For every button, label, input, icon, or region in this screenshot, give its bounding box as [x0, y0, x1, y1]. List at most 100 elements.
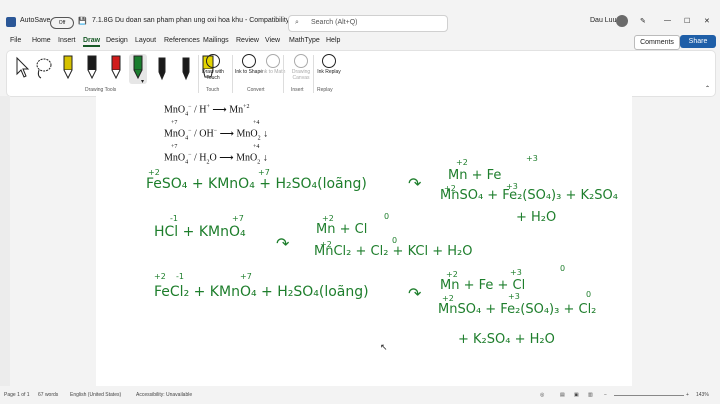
search-icon: ⌕	[295, 19, 299, 26]
ink-ox-label: 0	[560, 264, 566, 273]
pen-red-icon[interactable]	[107, 54, 125, 84]
divider	[283, 55, 284, 93]
ox-state: +4	[253, 120, 260, 126]
comments-button[interactable]: Comments	[634, 35, 680, 50]
pen-green-icon[interactable]: ▾	[129, 54, 147, 85]
formula-text: / OH	[191, 128, 214, 140]
touch-icon	[206, 54, 220, 68]
formula-text: MnO	[236, 152, 258, 164]
autosave-label: AutoSave	[20, 17, 51, 24]
ink-ox-label: -1	[170, 214, 178, 223]
draw-ribbon: ▾ Drawing Tools Draw with Touch Touch In…	[6, 50, 716, 97]
user-name[interactable]: Dau Luu	[590, 17, 616, 24]
web-layout-icon[interactable]: ▥	[588, 392, 593, 398]
ink-eq3-reactants: FeCl₂ + KMnO₄ + H₂SO₄(loãng)	[154, 284, 369, 300]
ink-ox-label: +7	[240, 272, 252, 281]
pen-yellow-icon[interactable]	[59, 54, 77, 84]
ink-replay-button[interactable]: Ink Replay	[313, 54, 345, 86]
focus-icon[interactable]: ◎	[540, 392, 544, 398]
accessibility[interactable]: Accessibility: Unavailable	[136, 392, 192, 398]
ox-state: +7	[171, 144, 178, 150]
collapse-ribbon-icon[interactable]: ⌃	[705, 85, 710, 92]
ink-ox-label: 0	[384, 212, 390, 221]
tab-help[interactable]: Help	[326, 37, 340, 44]
svg-text:▾: ▾	[141, 79, 144, 84]
tab-file[interactable]: File	[10, 37, 21, 44]
tab-home[interactable]: Home	[32, 37, 51, 44]
ox-state: +7	[171, 120, 178, 126]
search-box[interactable]: ⌕ Search (Alt+Q)	[288, 15, 448, 32]
tab-layout[interactable]: Layout	[135, 37, 156, 44]
tab-references[interactable]: References	[164, 37, 200, 44]
tab-review[interactable]: Review	[236, 37, 259, 44]
save-icon[interactable]: 💾	[78, 17, 87, 25]
language[interactable]: English (United States)	[70, 392, 121, 398]
ink-to-math-label: Ink to Math	[260, 69, 286, 75]
ink-arrow: ↷	[408, 174, 422, 193]
ink-ox-label: +2	[456, 158, 468, 167]
maximize-icon[interactable]: ☐	[684, 17, 690, 25]
draw-with-touch-button[interactable]: Draw with Touch	[197, 54, 229, 86]
print-layout-icon[interactable]: ▣	[574, 392, 579, 398]
shape-icon	[242, 54, 256, 68]
tab-mathtype[interactable]: MathType	[289, 37, 320, 44]
tab-insert[interactable]: Insert	[58, 37, 76, 44]
ink-replay-label: Ink Replay	[317, 69, 341, 75]
group-touch: Touch	[206, 87, 220, 93]
pencil-2-icon[interactable]	[177, 54, 195, 84]
zoom-out-icon[interactable]: −	[604, 392, 607, 398]
zoom-level[interactable]: 143%	[696, 392, 709, 398]
formula-line-1: MnO4− / H+ ⟶ Mn+2	[164, 104, 250, 118]
word-window: AutoSave Off 💾 7.1.8G Du doan san pham p…	[0, 0, 720, 404]
ink-arrow: ↷	[408, 284, 422, 303]
pen-icon[interactable]: ✎	[640, 17, 646, 25]
autosave-toggle[interactable]: Off	[50, 17, 74, 29]
pencil-icon[interactable]	[153, 54, 171, 84]
ox-state: +4	[253, 144, 260, 150]
ink-ox-label: +3	[526, 154, 538, 163]
replay-icon	[322, 54, 336, 68]
select-tool-icon[interactable]	[13, 54, 31, 84]
status-bar: Page 1 of 1 67 words English (United Sta…	[0, 388, 720, 404]
minimize-icon[interactable]: —	[664, 17, 671, 24]
search-placeholder: Search (Alt+Q)	[311, 19, 358, 26]
word-count[interactable]: 67 words	[38, 392, 58, 398]
vertical-ruler	[0, 96, 10, 386]
formula-text: MnO	[236, 128, 258, 140]
group-convert: Convert	[247, 87, 265, 93]
lasso-tool-icon[interactable]	[35, 54, 53, 84]
ink-ox-label: +3	[508, 292, 520, 301]
math-icon	[266, 54, 280, 68]
page-count[interactable]: Page 1 of 1	[4, 392, 30, 398]
zoom-slider[interactable]	[614, 395, 684, 396]
canvas-icon	[294, 54, 308, 68]
document-page[interactable]: MnO4− / H+ ⟶ Mn+2 +7 +4 MnO4− / OH− ⟶ Mn…	[96, 96, 632, 386]
title-bar: AutoSave Off 💾 7.1.8G Du doan san pham p…	[0, 12, 720, 34]
group-drawing-tools: Drawing Tools	[85, 87, 117, 93]
tab-design[interactable]: Design	[106, 37, 128, 44]
formula-text: MnO	[164, 104, 186, 116]
formula-text: MnO	[164, 128, 186, 140]
word-logo-icon	[6, 17, 16, 27]
ink-eq1-reactants: FeSO₄ + KMnO₄ + H₂SO₄(loãng)	[146, 176, 367, 192]
share-button[interactable]: Share	[680, 35, 716, 48]
avatar[interactable]	[616, 15, 628, 27]
tab-view[interactable]: View	[265, 37, 280, 44]
drawing-canvas-label: Drawing Canvas	[291, 69, 311, 81]
tab-mailings[interactable]: Mailings	[203, 37, 229, 44]
close-icon[interactable]: ✕	[704, 17, 710, 25]
read-mode-icon[interactable]: ▤	[560, 392, 565, 398]
ink-ox-label: 0	[586, 290, 592, 299]
ink-ox-label: +3	[510, 268, 522, 277]
ink-ox-label: +7	[232, 214, 244, 223]
ink-eq3-products-3: + K₂SO₄ + H₂O	[458, 332, 555, 347]
formula-text: +2	[243, 104, 250, 110]
pen-black-icon[interactable]	[83, 54, 101, 84]
tab-draw[interactable]: Draw	[83, 37, 101, 47]
group-insert: Insert	[291, 87, 304, 93]
group-replay: Replay	[317, 87, 333, 93]
ink-eq2-products-2: MnCl₂ + Cl₂ + KCl + H₂O	[314, 244, 473, 259]
ink-ox-label: -1	[176, 272, 184, 281]
ink-eq1-products-2: MnSO₄ + Fe₂(SO₄)₃ + K₂SO₄	[440, 188, 618, 203]
zoom-in-icon[interactable]: +	[686, 392, 689, 398]
